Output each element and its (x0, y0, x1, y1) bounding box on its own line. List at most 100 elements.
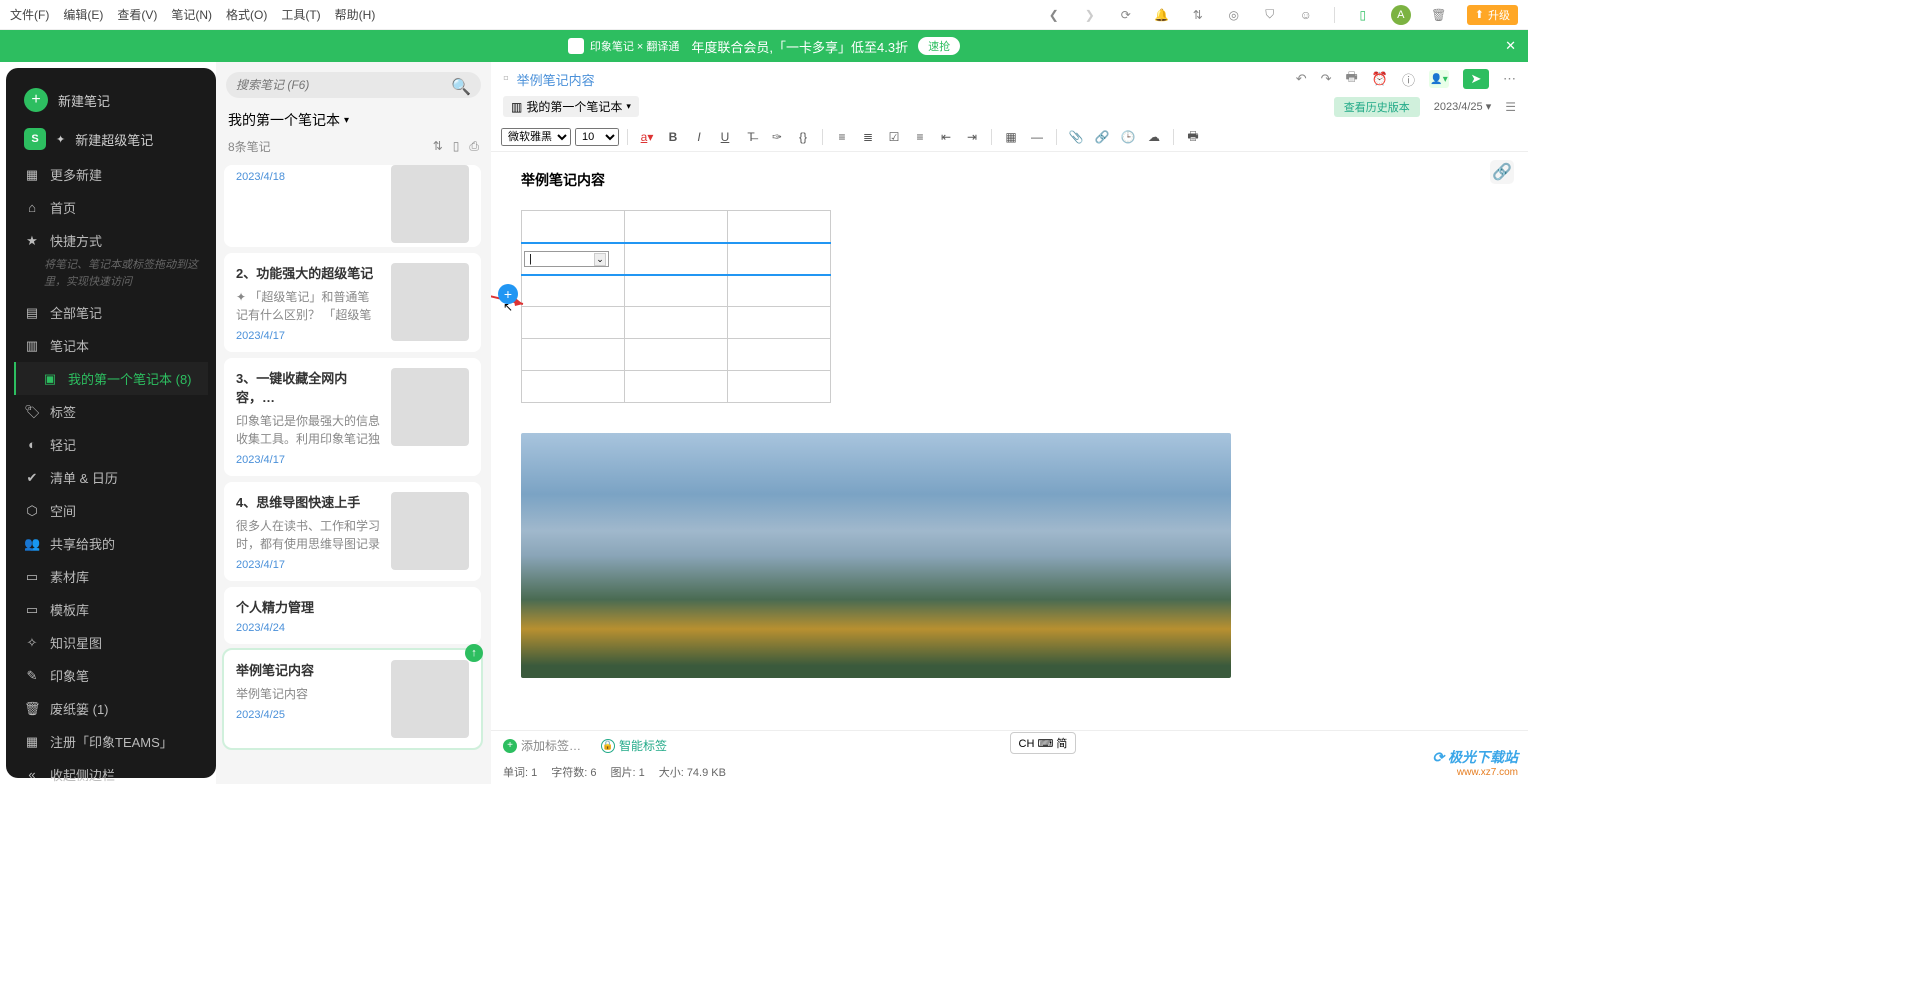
add-tag-button[interactable]: +添加标签… (503, 737, 581, 754)
graph-icon: ✧ (24, 635, 40, 651)
sort-icon[interactable]: ⇅ (433, 139, 443, 154)
font-color-icon[interactable]: a▾ (636, 127, 658, 147)
highlight-icon[interactable]: ✑ (766, 127, 788, 147)
note-card[interactable]: 3、一键收藏全网内容，… 印象笔记是你最强大的信息收集工具。利用印象笔记独家的剪… (224, 358, 481, 476)
menu-edit[interactable]: 编辑(E) (63, 6, 103, 23)
table-icon[interactable]: ▦ (1000, 127, 1022, 147)
sidebar-item-shared[interactable]: 👥共享给我的 (14, 527, 208, 560)
device-icon[interactable]: ▯ (1355, 7, 1371, 23)
list-toggle-icon[interactable]: ☰ (1505, 100, 1516, 114)
banner-close-icon[interactable]: ✕ (1505, 38, 1516, 54)
note-card[interactable]: 个人精力管理 2023/4/24 (224, 587, 481, 644)
sidebar-item-template[interactable]: ▭模板库 (14, 593, 208, 626)
sidebar-item-home[interactable]: ⌂首页 (14, 191, 208, 224)
hr-icon[interactable]: — (1026, 127, 1048, 147)
target-icon[interactable]: ◎ (1226, 7, 1242, 23)
redo-icon[interactable]: ↷ (1321, 71, 1332, 87)
clock-icon[interactable]: 🕒 (1117, 127, 1139, 147)
content-heading[interactable]: 举例笔记内容 (521, 170, 1498, 190)
info-icon[interactable]: ⓘ (1402, 70, 1415, 89)
cloud-icon[interactable]: ☁ (1143, 127, 1165, 147)
landscape-image[interactable] (521, 433, 1231, 678)
checklist-icon[interactable]: ☑ (883, 127, 905, 147)
copy-link-icon[interactable]: 🔗 (1490, 160, 1514, 184)
indent-icon[interactable]: ⇥ (961, 127, 983, 147)
sidebar-collapse[interactable]: «收起侧边栏 (14, 758, 208, 784)
note-card[interactable]: 举例笔记内容 举例笔记内容 2023/4/25 ↑ (224, 650, 481, 748)
menu-file[interactable]: 文件(F) (10, 6, 49, 23)
trash-icon[interactable]: 🗑 (1431, 7, 1447, 23)
link-icon[interactable]: 🔗 (1091, 127, 1113, 147)
promo-banner: 印象笔记 × 翻译通 年度联合会员,「一卡多享」低至4.3折 速抢 ✕ (0, 30, 1528, 62)
code-icon[interactable]: {} (792, 127, 814, 147)
forward-icon[interactable]: ❯ (1082, 7, 1098, 23)
menu-tools[interactable]: 工具(T) (281, 6, 320, 23)
share-button[interactable]: ➤ (1463, 69, 1489, 89)
menu-view[interactable]: 查看(V) (117, 6, 157, 23)
face-icon[interactable]: ☺ (1298, 7, 1314, 23)
avatar[interactable]: A (1391, 5, 1411, 25)
search-icon[interactable]: 🔍 (451, 77, 471, 97)
cell-dropdown[interactable]: |⌄ (524, 251, 609, 267)
sidebar-item-material[interactable]: ▭素材库 (14, 560, 208, 593)
refresh-icon[interactable]: ⟳ (1118, 7, 1134, 23)
more-icon[interactable]: ⋯ (1503, 71, 1516, 87)
view-icon[interactable]: ▯ (453, 139, 460, 154)
menu-help[interactable]: 帮助(H) (335, 6, 376, 23)
search-input[interactable] (226, 72, 481, 98)
ul-icon[interactable]: ≡ (831, 127, 853, 147)
ime-indicator[interactable]: CH ⌨ 简 (1010, 732, 1077, 754)
bell-icon[interactable]: 🔔 (1154, 7, 1170, 23)
sidebar-item-light[interactable]: ◐轻记 (14, 428, 208, 461)
print2-icon[interactable]: 🖶 (1182, 127, 1204, 147)
sidebar-item-trash[interactable]: 🗑废纸篓 (1) (14, 692, 208, 725)
account-icon[interactable]: 👤▾ (1429, 70, 1449, 88)
new-super-note-button[interactable]: S ✦ 新建超级笔记 (14, 120, 208, 158)
outdent-icon[interactable]: ⇤ (935, 127, 957, 147)
italic-icon[interactable]: I (688, 127, 710, 147)
note-card[interactable]: 2023/4/18 (224, 165, 481, 247)
banner-action-button[interactable]: 速抢 (918, 37, 960, 55)
note-card[interactable]: 2、功能强大的超级笔记 ✦ 「超级笔记」和普通笔记有什么区别？ 「超级笔记」将各… (224, 253, 481, 352)
reminder-icon[interactable]: ⏰ (1372, 71, 1388, 87)
sidebar-item-pen[interactable]: ✎印象笔 (14, 659, 208, 692)
filter-icon[interactable]: ⎙ (469, 139, 479, 154)
notebook-selector[interactable]: ▥我的第一个笔记本▾ (503, 96, 639, 117)
history-button[interactable]: 查看历史版本 (1334, 97, 1420, 117)
upgrade-button[interactable]: ⬆升级 (1467, 5, 1518, 25)
strike-icon[interactable]: T̶ (740, 127, 762, 147)
content-table[interactable]: |⌄ (521, 210, 831, 403)
menu-note[interactable]: 笔记(N) (171, 6, 212, 23)
sidebar-item-all-notes[interactable]: ▤全部笔记 (14, 296, 208, 329)
note-card[interactable]: 4、思维导图快速上手 很多人在读书、工作和学习时，都有使用思维导图记录要点、… … (224, 482, 481, 581)
align-left-icon[interactable]: ≡ (909, 127, 931, 147)
back-icon[interactable]: ❮ (1046, 7, 1062, 23)
sidebar-item-tags[interactable]: 🏷标签 (14, 395, 208, 428)
sidebar-item-shortcut[interactable]: ★快捷方式 (14, 224, 208, 257)
sync-icon[interactable]: ⇅ (1190, 7, 1206, 23)
menu-format[interactable]: 格式(O) (226, 6, 267, 23)
expand-icon[interactable]: ▫ (503, 70, 509, 88)
undo-icon[interactable]: ↶ (1296, 71, 1307, 87)
print-icon[interactable]: 🖶 (1346, 68, 1358, 90)
ol-icon[interactable]: ≣ (857, 127, 879, 147)
note-title-link[interactable]: 举例笔记内容 (517, 70, 595, 89)
sidebar-item-knowledge[interactable]: ✧知识星图 (14, 626, 208, 659)
smart-tag-button[interactable]: 🔒智能标签 (601, 737, 667, 754)
size-select[interactable]: 10 (575, 128, 619, 146)
sidebar-item-notebooks[interactable]: ▥笔记本 (14, 329, 208, 362)
shield-icon[interactable]: ⛉ (1262, 7, 1278, 23)
new-note-button[interactable]: + 新建笔记 (14, 80, 208, 120)
sidebar-item-teams[interactable]: ▦注册「印象TEAMS」 (14, 725, 208, 758)
font-select[interactable]: 微软雅黑 (501, 128, 571, 146)
attach-icon[interactable]: 📎 (1065, 127, 1087, 147)
sidebar-item-more-new[interactable]: ▦更多新建 (14, 158, 208, 191)
notebook-title[interactable]: 我的第一个笔记本▾ (222, 106, 485, 134)
editor-content[interactable]: 🔗 举例笔记内容 + ↖ |⌄ (491, 152, 1528, 730)
sidebar-item-tasks[interactable]: ✔清单 & 日历 (14, 461, 208, 494)
chevron-down-icon[interactable]: ⌄ (594, 253, 606, 266)
sidebar-item-space[interactable]: ⬡空间 (14, 494, 208, 527)
bold-icon[interactable]: B (662, 127, 684, 147)
underline-icon[interactable]: U (714, 127, 736, 147)
sidebar-item-my-notebook[interactable]: ▣我的第一个笔记本 (8) (14, 362, 208, 395)
